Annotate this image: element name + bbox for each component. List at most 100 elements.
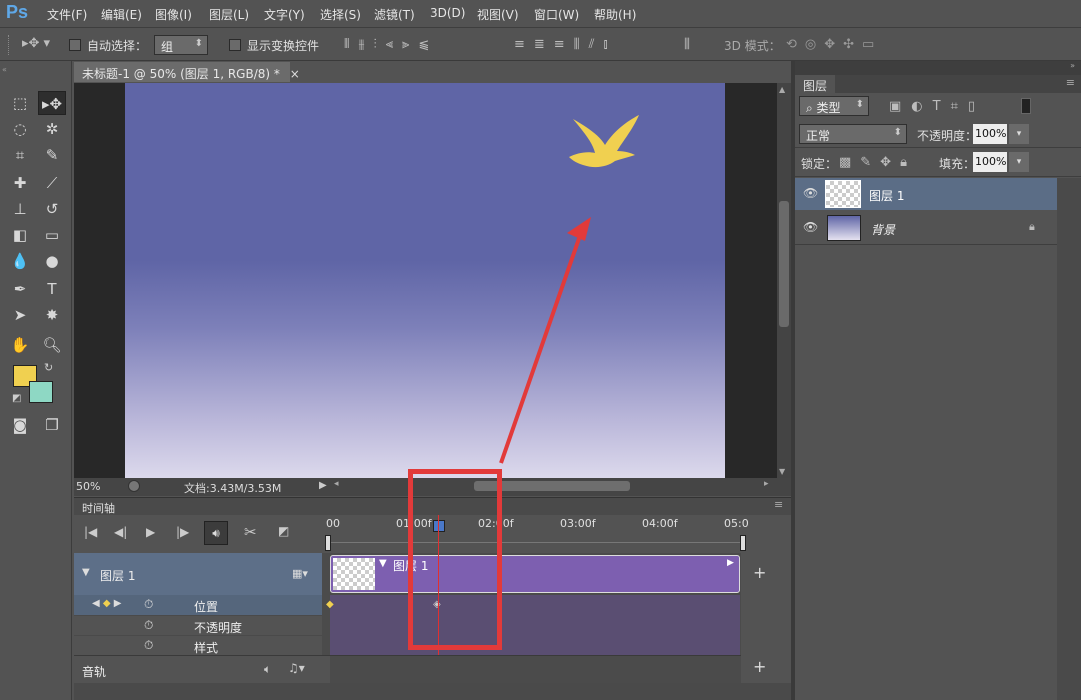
shape-tool-icon[interactable]: ✸ — [38, 303, 66, 327]
layer-row-1[interactable]: 👁︎ 图层 1 — [795, 178, 1057, 210]
property-row-position[interactable]: ◀ ◆ ▶ ⏱ 位置 — [74, 595, 322, 615]
quick-mask-icon[interactable]: ◙ — [6, 413, 34, 437]
move-tool-icon[interactable]: ▸✥ ▾ — [22, 36, 50, 51]
clip-end-icon[interactable]: ▶ — [727, 558, 734, 568]
document-tab[interactable]: 未标题-1 @ 50% (图层 1, RGB/8) * × — [74, 62, 300, 82]
filter-icons[interactable]: ▣◐T⌗▯ — [889, 99, 985, 114]
audio-track-area[interactable] — [330, 656, 741, 684]
history-brush-icon[interactable]: ↺ — [38, 197, 66, 221]
layers-menu-icon[interactable]: ≡ — [1066, 76, 1075, 89]
menu-file[interactable]: 文件(F) — [47, 6, 87, 23]
lock-icons[interactable]: ▩✎✥🔒︎ — [839, 155, 916, 170]
prev-frame-icon[interactable]: ◀| — [114, 525, 127, 539]
layer-clip[interactable]: ▼ 图层 1 ▶ — [330, 555, 740, 593]
healing-brush-icon[interactable]: ✚ — [6, 171, 34, 195]
zoom-level[interactable]: 50% — [76, 480, 100, 493]
fill-input[interactable]: 100% — [973, 152, 1007, 172]
menu-3d[interactable]: 3D(D) — [430, 6, 465, 20]
menu-layer[interactable]: 图层(L) — [209, 6, 249, 23]
brush-tool-icon[interactable]: ⟋ — [38, 171, 66, 195]
scroll-left-icon[interactable]: ◂ — [334, 479, 339, 489]
blur-tool-icon[interactable]: 💧 — [6, 249, 34, 273]
clip-expand-icon[interactable]: ▼ — [379, 558, 387, 569]
eyedropper-icon[interactable]: ✎ — [38, 143, 66, 167]
vertical-scrollbar[interactable]: ▲ ▼ — [777, 83, 791, 478]
work-area-end-handle[interactable] — [740, 535, 746, 551]
music-note-icon[interactable]: ♫▾ — [288, 661, 305, 675]
menu-view[interactable]: 视图(V) — [477, 6, 519, 23]
work-area-start-handle[interactable] — [325, 535, 331, 551]
align-icons[interactable]: ⫴⫵⫶⫷⫸⫹ — [344, 37, 438, 52]
crop-tool-icon[interactable]: ⌗ — [6, 143, 34, 167]
mute-audio-icon[interactable]: 🔊︎ — [204, 521, 228, 545]
timeline-title[interactable]: 时间轴 — [82, 500, 115, 516]
pen-tool-icon[interactable]: ✒ — [6, 277, 34, 301]
blend-mode-dropdown[interactable]: 正常 — [799, 124, 907, 144]
zoom-tool-icon[interactable]: 🔍︎ — [38, 333, 66, 357]
close-tab-icon[interactable]: × — [290, 67, 300, 81]
fill-dropdown-icon[interactable]: ▾ — [1009, 152, 1029, 172]
timeline-ruler[interactable]: 00 01:00f 02:00f 03:00f 04:00f 05:0 — [322, 515, 749, 553]
opacity-dropdown-icon[interactable]: ▾ — [1009, 124, 1029, 144]
status-info-icon[interactable] — [128, 480, 140, 492]
keyframe-nav-icons[interactable]: ◀ ◆ ▶ — [92, 598, 121, 609]
toolbox-collapse[interactable]: « — [2, 65, 70, 74]
transition-icon[interactable]: ◩ — [278, 524, 289, 538]
distribute-icons[interactable]: ≡≣≡⫼⫽⫾ — [514, 37, 617, 52]
first-frame-icon[interactable]: |◀ — [84, 525, 97, 539]
menu-edit[interactable]: 编辑(E) — [101, 6, 142, 23]
menu-select[interactable]: 选择(S) — [320, 6, 361, 23]
scroll-down-icon[interactable]: ▼ — [779, 467, 785, 476]
swap-colors-icon[interactable]: ↻ — [44, 361, 53, 374]
menu-image[interactable]: 图像(I) — [155, 6, 192, 23]
path-select-icon[interactable]: ➤ — [6, 303, 34, 327]
eraser-icon[interactable]: ◧ — [6, 223, 34, 247]
magic-wand-icon[interactable]: ✲ — [38, 117, 66, 141]
property-row-opacity[interactable]: ⏱ 不透明度 — [74, 615, 322, 635]
dodge-tool-icon[interactable]: ● — [38, 249, 66, 273]
auto-select-dropdown[interactable]: 组 — [154, 35, 208, 55]
screen-mode-icon[interactable]: ❐ — [38, 413, 66, 437]
menu-help[interactable]: 帮助(H) — [594, 6, 636, 23]
menu-type[interactable]: 文字(Y) — [264, 6, 305, 23]
expand-arrow-icon[interactable]: ▼ — [82, 567, 90, 578]
marquee-tool-icon[interactable]: ⬚ — [6, 91, 34, 115]
keyframe-start[interactable]: ◆ — [326, 599, 334, 610]
split-scissors-icon[interactable]: ✂ — [244, 523, 257, 541]
scroll-up-icon[interactable]: ▲ — [779, 85, 785, 94]
gradient-icon[interactable]: ▭ — [38, 223, 66, 247]
move-tool-icon[interactable]: ▸✥ — [38, 91, 66, 115]
property-row-style[interactable]: ⏱ 样式 — [74, 635, 322, 655]
canvas[interactable] — [125, 83, 725, 478]
collapse-panel-icon[interactable]: » — [1070, 61, 1075, 70]
play-icon[interactable]: ▶ — [146, 525, 155, 539]
lasso-tool-icon[interactable]: ◌ — [6, 117, 34, 141]
menu-filter[interactable]: 滤镜(T) — [374, 6, 415, 23]
status-menu-arrow-icon[interactable]: ▶ — [319, 480, 327, 491]
stopwatch-icon[interactable]: ⏱ — [144, 618, 153, 633]
show-transform-checkbox[interactable] — [229, 39, 241, 51]
default-colors-icon[interactable]: ◩ — [12, 393, 21, 404]
film-strip-icon[interactable]: ▦▾ — [292, 567, 308, 580]
add-audio-icon[interactable]: + — [753, 657, 766, 676]
visibility-eye-icon[interactable]: 👁︎ — [803, 220, 818, 234]
type-tool-icon[interactable]: T — [38, 277, 66, 301]
panel-menu-icon[interactable]: ≡ — [774, 498, 783, 511]
hand-tool-icon[interactable]: ✋ — [6, 333, 34, 357]
layer-name[interactable]: 图层 1 — [869, 187, 904, 204]
timeline-track-area[interactable]: ▼ 图层 1 ▶ ◆ ◈ — [322, 515, 741, 683]
layer-filter-dropdown[interactable]: ⌕ 类型 — [799, 96, 869, 116]
opacity-input[interactable]: 100% — [973, 124, 1007, 144]
vertical-scroll-thumb[interactable] — [779, 201, 789, 327]
background-color-swatch[interactable] — [29, 381, 53, 403]
add-media-icon[interactable]: + — [753, 563, 766, 582]
menu-window[interactable]: 窗口(W) — [534, 6, 579, 23]
auto-align-icon[interactable]: ⫼ — [684, 37, 690, 52]
layer-name[interactable]: 背景 — [871, 221, 895, 238]
layers-tab[interactable]: 图层 — [795, 75, 835, 93]
clone-stamp-icon[interactable]: ⊥ — [6, 197, 34, 221]
auto-select-checkbox[interactable] — [69, 39, 81, 51]
audio-volume-icon[interactable]: 🔈︎ — [264, 662, 271, 677]
filter-toggle[interactable] — [1021, 98, 1031, 114]
layers-scroll-track[interactable] — [1057, 178, 1081, 700]
